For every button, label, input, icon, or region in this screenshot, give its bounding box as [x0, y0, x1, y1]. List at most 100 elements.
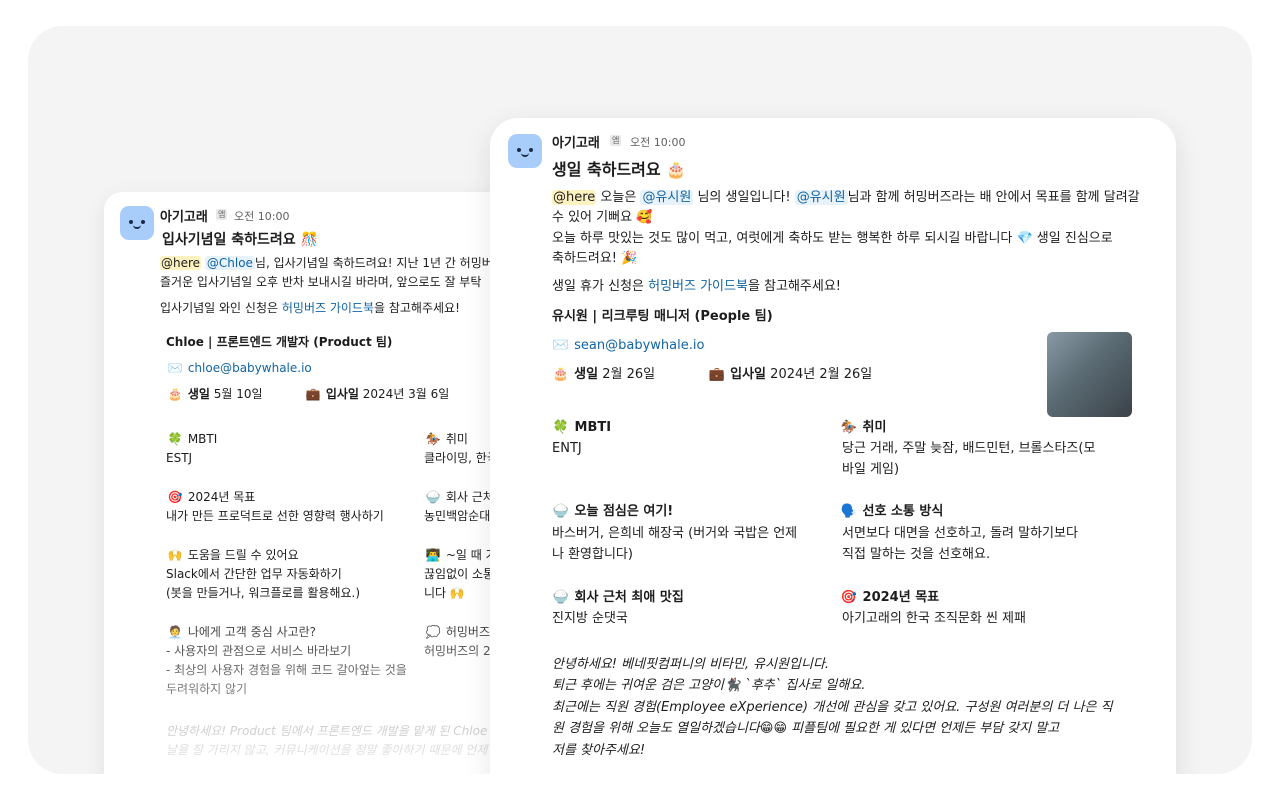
intro-line: 퇴근 후에는 귀여운 검은 고양이🐈‍⬛ `후추` 집사로 일해요. — [552, 678, 866, 693]
join-value: 2024년 3월 6일 — [362, 387, 450, 401]
message-line-3: 오늘 하루 맛있는 것도 많이 먹고, 여럿에게 축하도 받는 행복한 하루 되… — [552, 231, 1113, 246]
guide-suffix: 을 참고해주세요! — [374, 301, 460, 315]
briefcase-icon: 💼 — [708, 367, 726, 382]
rice-icon: 🍚 — [425, 490, 441, 504]
rice-icon: 🍚 — [552, 590, 570, 605]
clover-icon: 🍀 — [167, 432, 183, 446]
field-label: 🏇 취미 — [424, 430, 468, 449]
envelope-icon: ✉️ — [167, 361, 183, 375]
field-value: Slack에서 간단한 업무 자동화하기 — [166, 567, 342, 581]
field-value: ESTJ — [166, 451, 193, 465]
anniversary-message-card: 아기고래 앱 오전 10:00 입사기념일 축하드려요 🎊 @here @Chl… — [104, 192, 524, 774]
person-icon: 🧑‍💼 — [167, 625, 183, 639]
envelope-icon: ✉️ — [552, 338, 570, 353]
rice-icon: 🍚 — [552, 504, 570, 519]
field-value: 서면보다 대면을 선호하고, 돌려 말하기보다 — [842, 526, 1078, 541]
briefcase-icon: 💼 — [305, 387, 321, 401]
email-link[interactable]: chloe@babywhale.io — [188, 361, 312, 375]
field-value: - 사용자의 관점으로 서비스 바라보기 — [166, 644, 352, 658]
guide-prefix: 생일 휴가 신청은 — [552, 279, 649, 294]
sender-name[interactable]: 아기고래 — [160, 206, 208, 225]
guidebook-link[interactable]: 허밍버즈 가이드북 — [648, 279, 748, 294]
guide-prefix: 입사기념일 와인 신청은 — [160, 301, 282, 315]
field-label: 🍚 오늘 점심은 여기! — [552, 502, 673, 522]
join-label: 입사일 — [325, 387, 359, 401]
field-label: 🍀 MBTI — [552, 418, 611, 438]
horse-racing-icon: 🏇 — [840, 420, 858, 435]
field-value: (봇을 만들거나, 워크플로를 활용해요.) — [166, 586, 361, 600]
app-badge: 앱 — [216, 209, 228, 220]
join-date-row: 💼 입사일 2024년 2월 26일 — [708, 365, 872, 385]
field-label: 🏇 취미 — [840, 418, 887, 438]
message-line-2: 수 있어 기뻐요 🥰 — [552, 210, 653, 225]
field-value: 바스버거, 은희네 해장국 (버거와 국밥은 언제 — [552, 526, 798, 541]
target-icon: 🎯 — [167, 490, 183, 504]
sender-name[interactable]: 아기고래 — [552, 132, 600, 151]
target-icon: 🎯 — [840, 590, 858, 605]
birthday-label: 생일 — [574, 367, 599, 382]
thought-bubble-icon: 💭 — [425, 625, 441, 639]
guide-line: 생일 휴가 신청은 허밍버즈 가이드북을 참고해주세요! — [552, 277, 841, 297]
intro-line: 저를 찾아주세요! — [552, 743, 646, 758]
intro-line: 최근에는 직원 경험(Employee eXperience) 개선에 관심을 … — [552, 700, 1113, 715]
bot-avatar-icon[interactable] — [508, 134, 542, 168]
message-text: 오늘은 — [596, 190, 641, 205]
raised-hands-icon: 🙌 — [167, 548, 183, 562]
bot-avatar-icon[interactable] — [120, 206, 154, 240]
field-value: 직접 말하는 것을 선호해요. — [842, 547, 991, 562]
email-row: ✉️ sean@babywhale.io — [552, 336, 705, 356]
birthday-row: 🎂 생일 2월 26일 — [552, 365, 655, 385]
guide-suffix: 을 참고해주세요! — [747, 279, 842, 294]
message-time[interactable]: 오전 10:00 — [630, 134, 685, 150]
intro-line: 원 경험을 위해 오늘도 열일하겠습니다😁😁 피플팀에 필요한 게 있다면 언제… — [552, 721, 1060, 736]
guidebook-link[interactable]: 허밍버즈 가이드북 — [282, 301, 374, 315]
speaking-head-icon: 🗣️ — [840, 504, 858, 519]
field-value: 진지방 순댓국 — [552, 611, 628, 626]
message-text: 님과 함께 허밍버즈라는 배 안에서 목표를 함께 달려갈 — [847, 190, 1140, 205]
message-line-2: 즐거운 입사기념일 오후 반차 보내시길 바라며, 앞으로도 잘 부탁 — [160, 275, 482, 289]
field-value: 바일 게임) — [842, 462, 900, 477]
field-value: 허밍버즈의 2 — [424, 644, 491, 658]
message-line-1: @here @Chloe 님, 입사기념일 축하드려요! 지난 1년 간 허밍버 — [160, 254, 493, 273]
field-label: 🍀 MBTI — [166, 430, 218, 449]
user-mention[interactable]: @Chloe — [204, 256, 255, 270]
field-value: 아기고래의 한국 조직문화 씬 제패 — [842, 611, 1026, 626]
join-date-row: 💼 입사일 2024년 3월 6일 — [304, 385, 450, 404]
user-mention[interactable]: @유시원 — [794, 190, 848, 205]
field-label: 🗣️ 선호 소통 방식 — [840, 502, 943, 522]
field-label: 🍚 회사 근처 최애 맛집 — [552, 588, 684, 608]
user-mention[interactable]: @유시원 — [640, 190, 694, 205]
birthday-value: 5월 10일 — [213, 387, 263, 401]
profile-photo[interactable] — [1047, 332, 1132, 417]
message-title: 생일 축하드려요 🎂 — [552, 160, 687, 179]
intro-line: 날을 잘 가리지 않고, 커뮤니케이션을 정말 좋아하기 때문에 언제 — [166, 743, 488, 757]
field-label: 🎯 2024년 목표 — [166, 488, 256, 507]
horse-racing-icon: 🏇 — [425, 432, 441, 446]
guide-line: 입사기념일 와인 신청은 허밍버즈 가이드북을 참고해주세요! — [160, 299, 460, 318]
field-value: 니다 🙌 — [424, 586, 465, 600]
field-value: - 최상의 사용자 경험을 위해 코드 갈아엎는 것을 — [166, 663, 407, 677]
field-label: 🧑‍💼 나에게 고객 중심 사고란? — [166, 623, 317, 642]
cake-icon: 🎂 — [552, 367, 570, 382]
profile-name: 유시원 | 리크루팅 매니저 (People 팀) — [552, 309, 773, 324]
technologist-icon: 👨‍💻 — [425, 548, 441, 562]
birthday-value: 2월 26일 — [602, 367, 656, 382]
field-value: ENTJ — [552, 441, 582, 456]
field-value: 내가 만든 프로덕트로 선한 영향력 행사하기 — [166, 509, 384, 523]
field-value: 당근 거래, 주말 늦잠, 배드민턴, 브롤스타즈(모 — [842, 441, 1096, 456]
field-label: 🙌 도움을 드릴 수 있어요 — [166, 546, 299, 565]
birthday-row: 🎂 생일 5월 10일 — [166, 385, 263, 404]
message-title: 입사기념일 축하드려요 🎊 — [162, 232, 318, 248]
email-row: ✉️ chloe@babywhale.io — [166, 359, 312, 378]
intro-line: 안녕하세요! 베네핏컴퍼니의 비타민, 유시원입니다. — [552, 657, 830, 672]
field-value: 끊임없이 소통 — [424, 567, 495, 581]
clover-icon: 🍀 — [552, 420, 570, 435]
message-time[interactable]: 오전 10:00 — [234, 208, 289, 224]
intro-line: 안녕하세요! Product 팀에서 프론트엔드 개발을 맡게 된 Chloe … — [166, 724, 503, 738]
app-badge: 앱 — [610, 135, 622, 146]
email-link[interactable]: sean@babywhale.io — [574, 338, 704, 353]
here-mention[interactable]: @here — [160, 256, 202, 270]
field-value: 나 환영합니다) — [552, 547, 633, 562]
field-label: 👨‍💻 ~일 때 가 — [424, 546, 497, 565]
here-mention[interactable]: @here — [552, 190, 597, 205]
